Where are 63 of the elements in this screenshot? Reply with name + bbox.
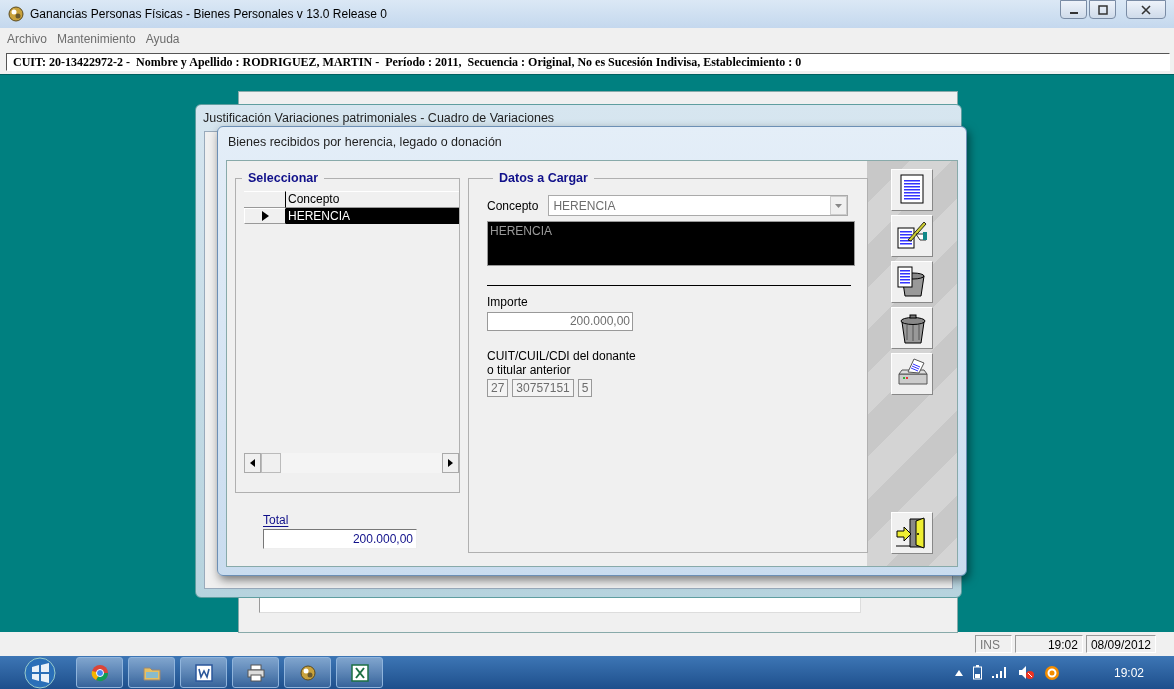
field-label: CUIT/CUIL/CDI del donante o titular anterior (487, 349, 637, 377)
taskbar-button[interactable] (232, 657, 279, 688)
menu-item[interactable]: Ayuda (140, 32, 185, 46)
field-label: Total (263, 513, 290, 527)
status-time: 19:02 (1014, 635, 1083, 653)
taxpayer-info-bar: CUIT: 20-13422972-2 - Nombre y Apellido : RODRIGUEZ, MARTIN - Período : 2011, Secuencia : Original, No es Sucesión Indivisa, Establecimiento : 0 (6, 53, 1170, 71)
status-date: 08/09/2012 (1085, 635, 1156, 653)
group-title: Seleccionar (247, 171, 320, 185)
taskbar-button[interactable] (284, 657, 331, 688)
scroll-thumb[interactable] (261, 453, 281, 473)
word-processor-icon (193, 662, 214, 683)
window-title: Ganancias Personas Físicas - Bienes Personales v 13.0 Release 0 (30, 7, 388, 21)
dropdown-value: HERENCIA (553, 198, 616, 213)
description-field[interactable]: HERENCIA (487, 221, 855, 266)
maximize-icon (1096, 4, 1109, 15)
exit-button[interactable] (891, 512, 933, 554)
total-field[interactable]: 200.000,00 (263, 529, 417, 549)
show-hidden-icons-icon[interactable] (954, 669, 963, 676)
cuit-field[interactable]: 5 (577, 379, 593, 397)
speaker-muted-icon[interactable] (1017, 665, 1034, 680)
field-label: Importe (487, 295, 529, 309)
toolbar-button[interactable] (891, 169, 933, 211)
insert-mode-indicator: INS (974, 635, 1012, 653)
field-label: Concepto (487, 198, 539, 213)
cuit-field[interactable]: 27 (487, 379, 509, 397)
scroll-right-button[interactable] (442, 453, 459, 473)
concept-dropdown[interactable]: HERENCIA (548, 195, 849, 216)
right-arrow-icon (448, 459, 453, 467)
row-header[interactable] (244, 208, 286, 224)
app-icon (297, 662, 318, 683)
row-header (244, 191, 286, 208)
menu-item[interactable]: Archivo (2, 32, 52, 46)
scroll-left-button[interactable] (244, 453, 261, 473)
battery-icon[interactable] (972, 665, 982, 680)
spreadsheet-icon (349, 662, 370, 683)
window-title: Justificación Variaciones patrimoniales - Cuadro de Variaciones (203, 111, 556, 127)
taskbar-button[interactable] (336, 657, 383, 688)
taskbar-button[interactable] (76, 657, 123, 688)
table-cell[interactable]: HERENCIA (286, 208, 459, 224)
cuit-field[interactable]: 30757151 (512, 379, 574, 397)
minimize-button[interactable] (1060, 0, 1087, 19)
taskbar-button[interactable] (128, 657, 175, 688)
close-button[interactable] (1126, 0, 1166, 19)
left-arrow-icon (250, 459, 255, 467)
horizontal-scrollbar[interactable] (244, 453, 459, 473)
close-icon (1140, 4, 1152, 15)
taskbar-button[interactable] (180, 657, 227, 688)
tray-app-icon[interactable] (1043, 664, 1060, 681)
printer-icon (245, 662, 266, 683)
dialog-title: Bienes recibidos por herencia, legado o donación (227, 134, 503, 151)
toolbar-button[interactable] (891, 215, 933, 257)
app-icon (8, 6, 24, 22)
amount-field[interactable]: 200.000,00 (487, 312, 633, 331)
menu-item[interactable]: Mantenimiento (52, 32, 141, 46)
toolbar-button[interactable] (891, 307, 933, 349)
toolbar-button[interactable] (891, 261, 933, 303)
signal-icon[interactable] (991, 667, 1008, 678)
browser-icon (89, 662, 110, 683)
group-title: Datos a Cargar (498, 171, 589, 185)
minimize-icon (1069, 11, 1078, 14)
taskbar-clock[interactable]: 19:02 (1113, 665, 1144, 680)
column-header[interactable]: Concepto (286, 191, 459, 208)
maximize-button[interactable] (1089, 0, 1116, 19)
